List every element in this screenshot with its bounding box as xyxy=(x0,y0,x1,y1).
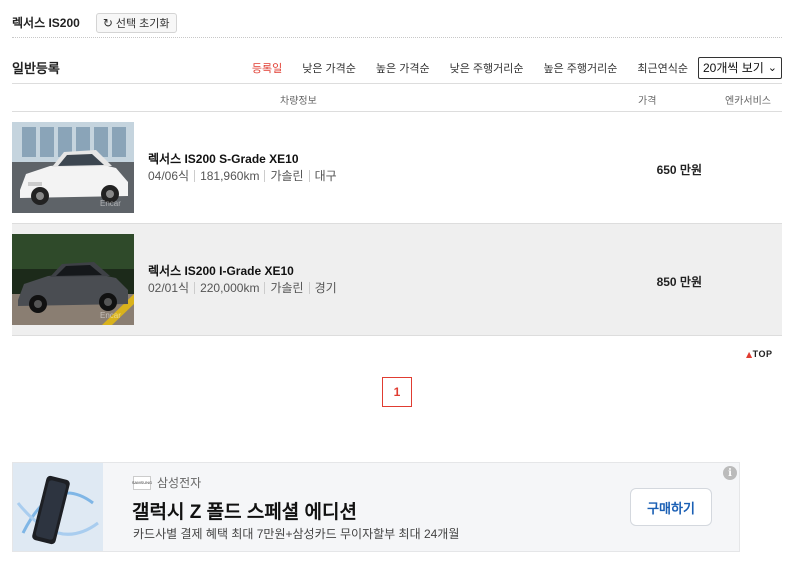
car-photo[interactable]: Encar xyxy=(12,122,134,213)
page-number-current[interactable]: 1 xyxy=(382,377,412,407)
listing-row[interactable]: Encar 렉서스 IS200 I-Grade XE10 02/01식 220,… xyxy=(12,224,782,336)
listing-region: 대구 xyxy=(308,170,342,182)
listing-year: 02/01식 xyxy=(148,281,190,295)
samsung-logo-icon: SAMSUNG xyxy=(132,475,152,490)
sort-bar: 일반등록 등록일 낮은 가격순 높은 가격순 낮은 주행거리순 높은 주행거리순… xyxy=(12,52,782,84)
filter-bar: 렉서스 IS200 ↻ 선택 초기화 xyxy=(12,8,782,38)
column-header: 차량정보 가격 엔카서비스 xyxy=(12,86,782,112)
ad-subline: 카드사별 결제 혜택 최대 7만원+삼성카드 무이자할부 최대 24개월 xyxy=(133,527,460,541)
listing-region: 경기 xyxy=(308,282,342,294)
listing-mileage: 220,000km xyxy=(194,282,264,294)
ad-banner[interactable]: SAMSUNG 삼성전자 갤럭시 Z 폴드 스페셜 에디션 카드사별 결제 혜택… xyxy=(12,462,740,552)
sort-mileage-high[interactable]: 높은 주행거리순 xyxy=(543,60,617,76)
reset-label: 선택 초기화 xyxy=(115,17,170,30)
chevron-down-icon: ⌄ xyxy=(767,61,777,74)
section-title: 일반등록 xyxy=(12,61,60,76)
listing-fuel: 가솔린 xyxy=(264,170,308,182)
col-vehicle-info: 차량정보 xyxy=(280,96,317,107)
encar-watermark: Encar xyxy=(100,199,121,208)
listing-title[interactable]: 렉서스 IS200 S-Grade XE10 xyxy=(148,150,299,167)
listing-price: 650 만원 xyxy=(656,163,702,177)
listing-meta: 04/06식 181,960km 가솔린 대구 xyxy=(148,170,342,182)
sort-price-low[interactable]: 낮은 가격순 xyxy=(302,60,356,76)
listing-price: 850 만원 xyxy=(656,275,702,289)
listing-row[interactable]: Encar 렉서스 IS200 S-Grade XE10 04/06식 181,… xyxy=(12,112,782,224)
ad-brand: SAMSUNG 삼성전자 xyxy=(132,474,202,491)
refresh-icon: ↻ xyxy=(102,15,113,30)
listing-meta: 02/01식 220,000km 가솔린 경기 xyxy=(148,282,342,294)
listing-title[interactable]: 렉서스 IS200 I-Grade XE10 xyxy=(148,262,294,279)
per-page-value: 20개씩 보기 xyxy=(703,61,764,75)
top-label: TOP xyxy=(752,349,773,359)
sort-mileage-low[interactable]: 낮은 주행거리순 xyxy=(450,60,524,76)
scroll-top-button[interactable]: ▲TOP xyxy=(746,349,773,359)
listing-fuel: 가솔린 xyxy=(264,282,308,294)
sort-registered[interactable]: 등록일 xyxy=(252,60,282,76)
ad-product-image xyxy=(13,463,103,551)
col-price: 가격 xyxy=(638,96,657,107)
reset-selection-button[interactable]: ↻ 선택 초기화 xyxy=(95,12,177,33)
ad-info-icon[interactable]: i xyxy=(723,466,737,480)
listing-mileage: 181,960km xyxy=(194,170,264,182)
encar-watermark: Encar xyxy=(100,311,121,320)
ad-buy-button[interactable]: 구매하기 xyxy=(630,488,712,526)
sort-price-high[interactable]: 높은 가격순 xyxy=(376,60,430,76)
ad-brand-name: 삼성전자 xyxy=(157,476,202,490)
caret-up-icon: ▲ xyxy=(746,350,753,359)
ad-headline: 갤럭시 Z 폴드 스페셜 에디션 xyxy=(132,502,358,523)
listing-year: 04/06식 xyxy=(148,169,190,183)
col-service: 엔카서비스 xyxy=(725,96,771,107)
sort-year-recent[interactable]: 최근연식순 xyxy=(637,60,688,76)
car-photo[interactable]: Encar xyxy=(12,234,134,325)
model-title: 렉서스 IS200 xyxy=(12,16,80,30)
per-page-select[interactable]: 20개씩 보기 ⌄ xyxy=(698,56,782,79)
